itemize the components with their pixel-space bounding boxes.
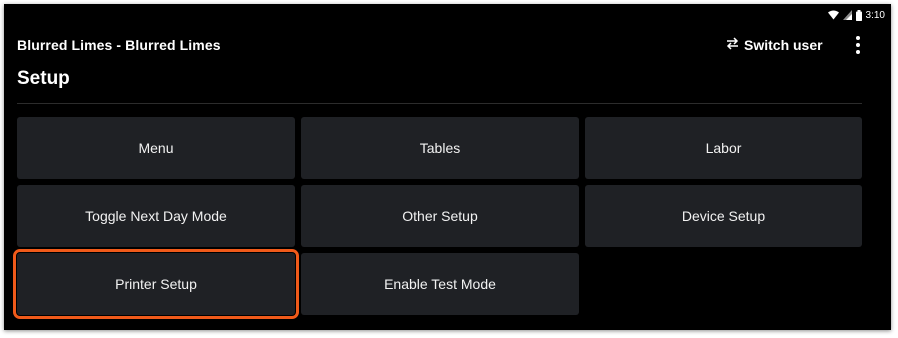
setup-tile-grid: Menu Tables Labor Toggle Next Day Mode O… (13, 117, 862, 319)
app-window: 3:10 Blurred Limes - Blurred Limes Switc… (4, 4, 891, 330)
device-setup-button[interactable]: Device Setup (585, 185, 862, 247)
other-setup-button[interactable]: Other Setup (301, 185, 579, 247)
swap-arrows-icon (726, 37, 739, 53)
menu-button[interactable]: Menu (17, 117, 295, 179)
switch-user-label: Switch user (744, 37, 823, 53)
toggle-next-day-mode-button[interactable]: Toggle Next Day Mode (17, 185, 295, 247)
app-title: Blurred Limes - Blurred Limes (17, 37, 221, 53)
more-vert-icon[interactable] (850, 34, 866, 56)
status-time: 3:10 (865, 9, 885, 21)
labor-button[interactable]: Labor (585, 117, 862, 179)
switch-user-button[interactable]: Switch user (726, 35, 823, 55)
battery-icon (855, 9, 862, 21)
divider (17, 103, 862, 104)
status-bar: 3:10 (827, 7, 885, 23)
wifi-icon (827, 10, 839, 20)
enable-test-mode-button[interactable]: Enable Test Mode (301, 253, 579, 315)
page-title: Setup (17, 68, 70, 89)
printer-setup-button[interactable]: Printer Setup (13, 249, 299, 319)
tables-button[interactable]: Tables (301, 117, 579, 179)
cell-signal-icon (842, 10, 852, 20)
